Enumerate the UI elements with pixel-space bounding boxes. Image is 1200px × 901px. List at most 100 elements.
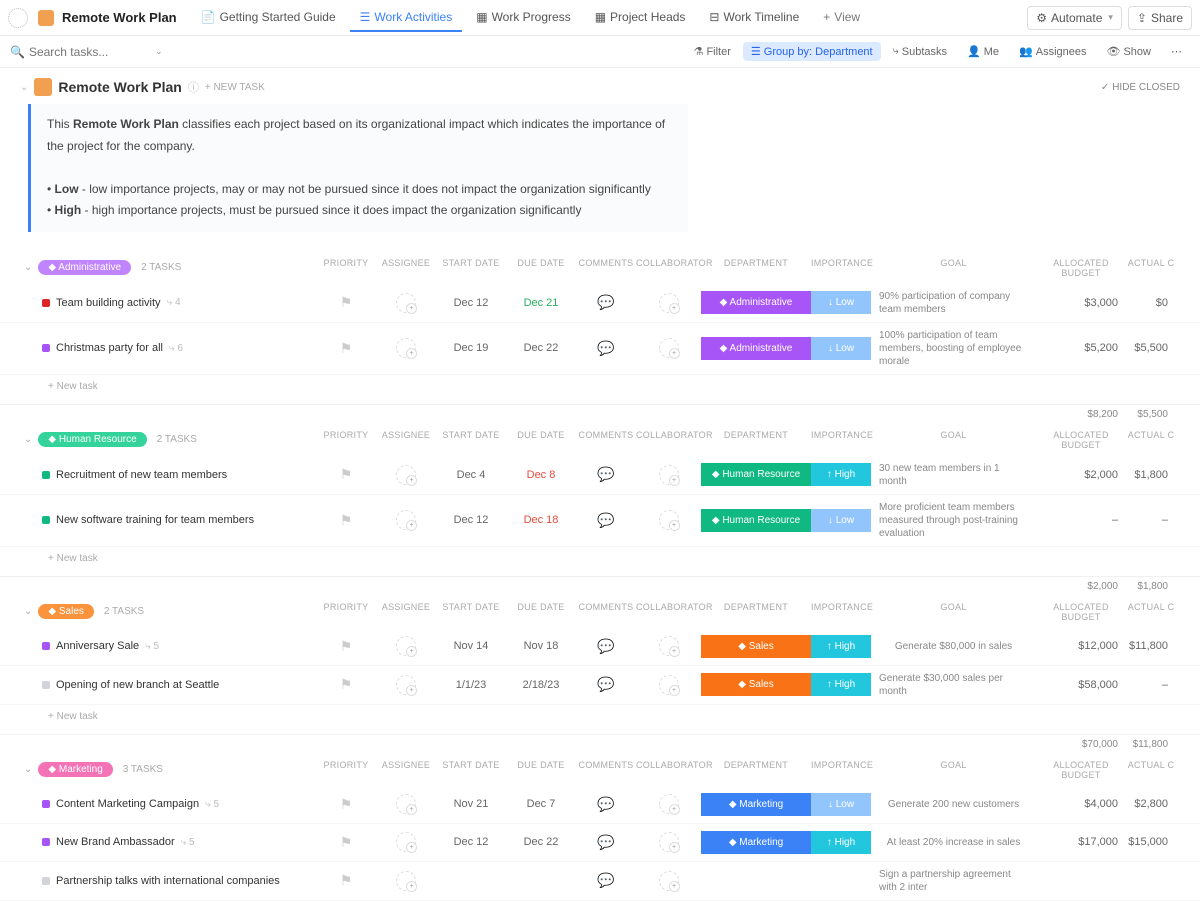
due-date[interactable]: Dec 8	[506, 469, 576, 481]
budget-cell[interactable]: $17,000	[1036, 836, 1126, 848]
actual-cost-cell[interactable]: $0	[1126, 297, 1176, 309]
comment-icon[interactable]: 💬	[597, 796, 614, 813]
priority-flag-icon[interactable]: ⚑	[340, 340, 353, 357]
tab-work-timeline[interactable]: ⊟Work Timeline	[699, 4, 809, 32]
budget-cell[interactable]: $12,000	[1036, 640, 1126, 652]
priority-flag-icon[interactable]: ⚑	[340, 796, 353, 813]
collaborator-add-icon[interactable]	[659, 510, 679, 530]
actual-cost-cell[interactable]: $15,000	[1126, 836, 1176, 848]
tab-add-view[interactable]: +View	[813, 4, 870, 32]
status-dot-icon[interactable]	[42, 471, 50, 479]
task-row[interactable]: New software training for team members ⚑…	[0, 495, 1200, 547]
collaborator-add-icon[interactable]	[659, 675, 679, 695]
assignee-add-icon[interactable]	[396, 510, 416, 530]
priority-flag-icon[interactable]: ⚑	[340, 638, 353, 655]
filter-button[interactable]: ⚗Filter	[686, 42, 739, 61]
comment-icon[interactable]: 💬	[597, 466, 614, 483]
department-badge[interactable]: ◆ Administrative	[701, 337, 811, 360]
group-pill[interactable]: ◆ Human Resource	[38, 432, 146, 447]
group-caret-icon[interactable]: ⌄	[24, 434, 32, 445]
app-logo-icon[interactable]	[8, 8, 28, 28]
me-button[interactable]: 👤Me	[959, 42, 1007, 61]
actual-cost-cell[interactable]: $11,800	[1126, 640, 1176, 652]
due-date[interactable]: 2/18/23	[506, 679, 576, 691]
importance-badge[interactable]: ↓ Low	[811, 509, 871, 532]
importance-badge[interactable]: ↑ High	[811, 673, 871, 696]
status-dot-icon[interactable]	[42, 800, 50, 808]
collapse-caret-icon[interactable]: ⌄	[20, 82, 28, 93]
start-date[interactable]: Nov 14	[436, 640, 506, 652]
priority-flag-icon[interactable]: ⚑	[340, 466, 353, 483]
budget-cell[interactable]: –	[1036, 514, 1126, 526]
priority-flag-icon[interactable]: ⚑	[340, 676, 353, 693]
group-pill[interactable]: ◆ Marketing	[38, 762, 112, 777]
department-badge[interactable]: ◆ Administrative	[701, 291, 811, 314]
tab-getting-started[interactable]: 📄Getting Started Guide	[191, 4, 346, 32]
goal-text[interactable]: Sign a partnership agreement with 2 inte…	[871, 868, 1036, 894]
department-badge[interactable]: ◆ Marketing	[701, 793, 811, 816]
task-name[interactable]: Content Marketing Campaign	[56, 798, 199, 810]
assignees-button[interactable]: 👥Assignees	[1011, 42, 1094, 61]
share-button[interactable]: ⇪Share	[1128, 6, 1192, 30]
tab-work-activities[interactable]: ☰Work Activities	[350, 4, 463, 32]
new-task-button[interactable]: + New task	[0, 375, 1200, 405]
task-row[interactable]: Recruitment of new team members ⚑ Dec 4 …	[0, 456, 1200, 495]
comment-icon[interactable]: 💬	[597, 834, 614, 851]
chevron-down-icon[interactable]: ⌄	[155, 46, 163, 57]
info-icon[interactable]: ⓘ	[188, 79, 199, 95]
actual-cost-cell[interactable]: –	[1126, 679, 1176, 691]
status-dot-icon[interactable]	[42, 516, 50, 524]
comment-icon[interactable]: 💬	[597, 512, 614, 529]
assignee-add-icon[interactable]	[396, 832, 416, 852]
actual-cost-cell[interactable]: $2,800	[1126, 798, 1176, 810]
assignee-add-icon[interactable]	[396, 636, 416, 656]
priority-flag-icon[interactable]: ⚑	[340, 512, 353, 529]
start-date[interactable]: Dec 12	[436, 514, 506, 526]
goal-text[interactable]: At least 20% increase in sales	[871, 836, 1036, 849]
budget-cell[interactable]: $58,000	[1036, 679, 1126, 691]
goal-text[interactable]: Generate 200 new customers	[871, 798, 1036, 811]
group-pill[interactable]: ◆ Administrative	[38, 260, 131, 275]
budget-cell[interactable]: $3,000	[1036, 297, 1126, 309]
task-name[interactable]: Partnership talks with international com…	[56, 875, 280, 887]
collaborator-add-icon[interactable]	[659, 794, 679, 814]
status-dot-icon[interactable]	[42, 299, 50, 307]
search-input[interactable]	[29, 45, 149, 59]
due-date[interactable]: Nov 18	[506, 640, 576, 652]
subtask-count[interactable]: ⤷ 4	[167, 297, 181, 308]
comment-icon[interactable]: 💬	[597, 294, 614, 311]
task-row[interactable]: New Brand Ambassador ⤷ 5 ⚑ Dec 12 Dec 22…	[0, 824, 1200, 862]
importance-badge[interactable]: ↓ Low	[811, 337, 871, 360]
department-badge[interactable]: ◆ Sales	[701, 673, 811, 696]
priority-flag-icon[interactable]: ⚑	[340, 294, 353, 311]
due-date[interactable]: Dec 21	[506, 297, 576, 309]
assignee-add-icon[interactable]	[396, 293, 416, 313]
comment-icon[interactable]: 💬	[597, 872, 614, 889]
importance-badge[interactable]: ↓ Low	[811, 793, 871, 816]
group-caret-icon[interactable]: ⌄	[24, 764, 32, 775]
task-row[interactable]: Opening of new branch at Seattle ⚑ 1/1/2…	[0, 666, 1200, 705]
due-date[interactable]: Dec 22	[506, 836, 576, 848]
collaborator-add-icon[interactable]	[659, 465, 679, 485]
groupby-button[interactable]: ☰Group by: Department	[743, 42, 881, 61]
subtasks-button[interactable]: ⤷Subtasks	[885, 42, 955, 61]
start-date[interactable]: 1/1/23	[436, 679, 506, 691]
assignee-add-icon[interactable]	[396, 465, 416, 485]
priority-flag-icon[interactable]: ⚑	[340, 834, 353, 851]
start-date[interactable]: Dec 12	[436, 297, 506, 309]
start-date[interactable]: Dec 4	[436, 469, 506, 481]
comment-icon[interactable]: 💬	[597, 340, 614, 357]
budget-cell[interactable]: $2,000	[1036, 469, 1126, 481]
tab-project-heads[interactable]: ▦Project Heads	[585, 4, 696, 32]
status-dot-icon[interactable]	[42, 877, 50, 885]
task-name[interactable]: Recruitment of new team members	[56, 469, 227, 481]
budget-cell[interactable]: $4,000	[1036, 798, 1126, 810]
group-caret-icon[interactable]: ⌄	[24, 262, 32, 273]
collaborator-add-icon[interactable]	[659, 293, 679, 313]
automate-button[interactable]: ⚙Automate▾	[1027, 6, 1122, 30]
task-row[interactable]: Content Marketing Campaign ⤷ 5 ⚑ Nov 21 …	[0, 786, 1200, 824]
department-badge[interactable]: ◆ Human Resource	[701, 509, 811, 532]
subtask-count[interactable]: ⤷ 6	[169, 343, 183, 354]
new-task-button[interactable]: + New task	[0, 705, 1200, 735]
assignee-add-icon[interactable]	[396, 675, 416, 695]
